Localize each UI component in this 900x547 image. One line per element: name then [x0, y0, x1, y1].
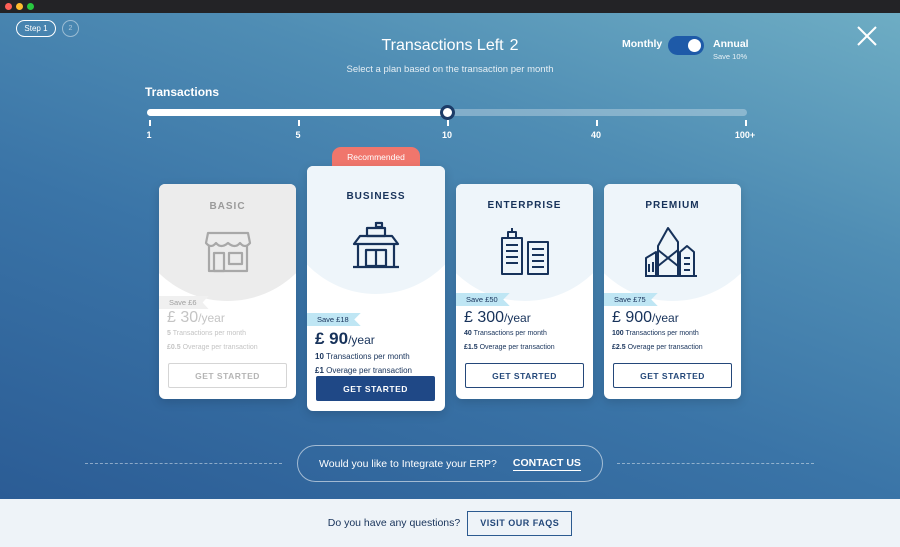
transactions-left-count: 2 [509, 37, 519, 54]
annual-save-note: Save 10% [713, 52, 748, 61]
tx-count: 100 [612, 330, 624, 337]
slider-tick [745, 120, 747, 126]
plan-price: £ 30/year [167, 309, 225, 327]
shop-icon [204, 231, 252, 273]
tx-text: Transactions per month [172, 330, 247, 337]
slider-tick [149, 120, 151, 126]
tx-per-month: 100 Transactions per month [612, 330, 699, 337]
divider-left [85, 463, 282, 464]
window-zoom-dot[interactable] [27, 3, 34, 10]
erp-question: Would you like to Integrate your ERP? [319, 457, 497, 470]
slider-tick-label[interactable]: 100+ [735, 130, 755, 140]
page-subtitle: Select a plan based on the transaction p… [346, 64, 554, 75]
erp-integration-banner: Would you like to Integrate your ERP? CO… [297, 445, 603, 482]
overage-amount: £1.5 [464, 344, 478, 351]
recommended-badge: Recommended [332, 147, 420, 167]
overage-amount: £0.5 [167, 344, 181, 351]
price-period: /year [504, 311, 531, 325]
visit-faqs-button[interactable]: VISIT OUR FAQS [467, 510, 573, 536]
plan-price: £ 90/year [315, 329, 375, 349]
save-ribbon: Save £18 [307, 313, 361, 326]
transactions-slider[interactable] [147, 105, 747, 120]
plan-price: £ 300/year [464, 309, 531, 327]
bank-icon [352, 221, 400, 269]
tx-text: Transactions per month [325, 352, 410, 361]
price-amount: £ 90 [315, 329, 349, 348]
step-2-indicator[interactable]: 2 [62, 20, 79, 37]
plan-card-enterprise[interactable]: ENTERPRISE Save £50 £ 300/year 40 Transa… [456, 184, 593, 399]
divider-right [617, 463, 814, 464]
footer-bar: Do you have any questions? VISIT OUR FAQ… [0, 499, 900, 547]
overage-amount: £1 [315, 366, 324, 375]
plan-name: PREMIUM [645, 200, 700, 211]
window-minimize-dot[interactable] [16, 3, 23, 10]
tx-count: 10 [315, 352, 324, 361]
save-ribbon: Save £75 [604, 293, 658, 306]
overage: £0.5 Overage per transaction [167, 344, 258, 351]
slider-tick-label[interactable]: 5 [295, 130, 300, 140]
price-amount: £ 900 [612, 309, 653, 326]
slider-tick-label[interactable]: 1 [146, 130, 151, 140]
slider-tick [596, 120, 598, 126]
overage-text: Overage per transaction [182, 344, 258, 351]
page-title: Transactions Left 2 [300, 37, 600, 55]
price-period: /year [652, 311, 679, 325]
get-started-business-button[interactable]: GET STARTED [316, 376, 435, 401]
tx-per-month: 40 Transactions per month [464, 330, 547, 337]
plan-name: BUSINESS [346, 191, 406, 202]
window-close-dot[interactable] [5, 3, 12, 10]
tx-per-month: 5 Transactions per month [167, 330, 246, 337]
slider-tick-label[interactable]: 40 [591, 130, 601, 140]
overage-text: Overage per transaction [479, 344, 555, 351]
billing-period-toggle[interactable] [668, 36, 704, 55]
overage-text: Overage per transaction [627, 344, 703, 351]
overage-amount: £2.5 [612, 344, 626, 351]
tx-count: 5 [167, 330, 171, 337]
transactions-slider-label: Transactions [145, 85, 220, 99]
price-period: /year [348, 333, 375, 347]
plan-price: £ 900/year [612, 309, 679, 327]
office-buildings-icon [501, 228, 549, 275]
slider-fill [147, 109, 447, 116]
billing-monthly-label[interactable]: Monthly [622, 38, 662, 50]
slider-tick [298, 120, 300, 126]
step-1-indicator[interactable]: Step 1 [16, 20, 56, 37]
slider-handle[interactable] [440, 105, 455, 120]
plan-card-business[interactable]: BUSINESS Save £18 £ 90/year 10 Transacti… [307, 166, 445, 411]
save-ribbon: Save £50 [456, 293, 510, 306]
tx-count: 40 [464, 330, 472, 337]
title-text: Transactions Left [381, 37, 504, 54]
overage-text: Overage per transaction [326, 366, 412, 375]
slider-tick [447, 120, 449, 126]
plan-name: ENTERPRISE [487, 200, 562, 211]
get-started-enterprise-button[interactable]: GET STARTED [465, 363, 584, 388]
plan-selection-screen: Step 1 2 Transactions Left 2 Select a pla… [0, 13, 900, 499]
overage: £1.5 Overage per transaction [464, 344, 555, 351]
plan-name: BASIC [209, 201, 246, 212]
price-amount: £ 300 [464, 309, 505, 326]
window-titlebar [0, 0, 900, 13]
footer-question: Do you have any questions? [327, 517, 461, 529]
plan-card-basic[interactable]: BASIC Save £6 £ 30/year 5 Transactions p… [159, 184, 296, 399]
tx-text: Transactions per month [625, 330, 699, 337]
toggle-knob [688, 39, 701, 52]
skyscrapers-icon [645, 227, 697, 277]
get-started-premium-button[interactable]: GET STARTED [613, 363, 732, 388]
save-ribbon: Save £6 [159, 296, 209, 309]
overage: £2.5 Overage per transaction [612, 344, 703, 351]
price-period: /year [198, 311, 225, 325]
overage: £1 Overage per transaction [315, 366, 412, 375]
price-amount: £ 30 [167, 309, 199, 326]
tx-text: Transactions per month [473, 330, 547, 337]
plan-card-premium[interactable]: PREMIUM Save £75 £ 900/year 100 Transact… [604, 184, 741, 399]
billing-annual-label[interactable]: Annual [713, 38, 749, 50]
get-started-basic-button[interactable]: GET STARTED [168, 363, 287, 388]
close-icon[interactable] [856, 25, 878, 47]
contact-us-link[interactable]: CONTACT US [512, 457, 581, 471]
slider-tick-label[interactable]: 10 [442, 130, 452, 140]
tx-per-month: 10 Transactions per month [315, 352, 410, 361]
